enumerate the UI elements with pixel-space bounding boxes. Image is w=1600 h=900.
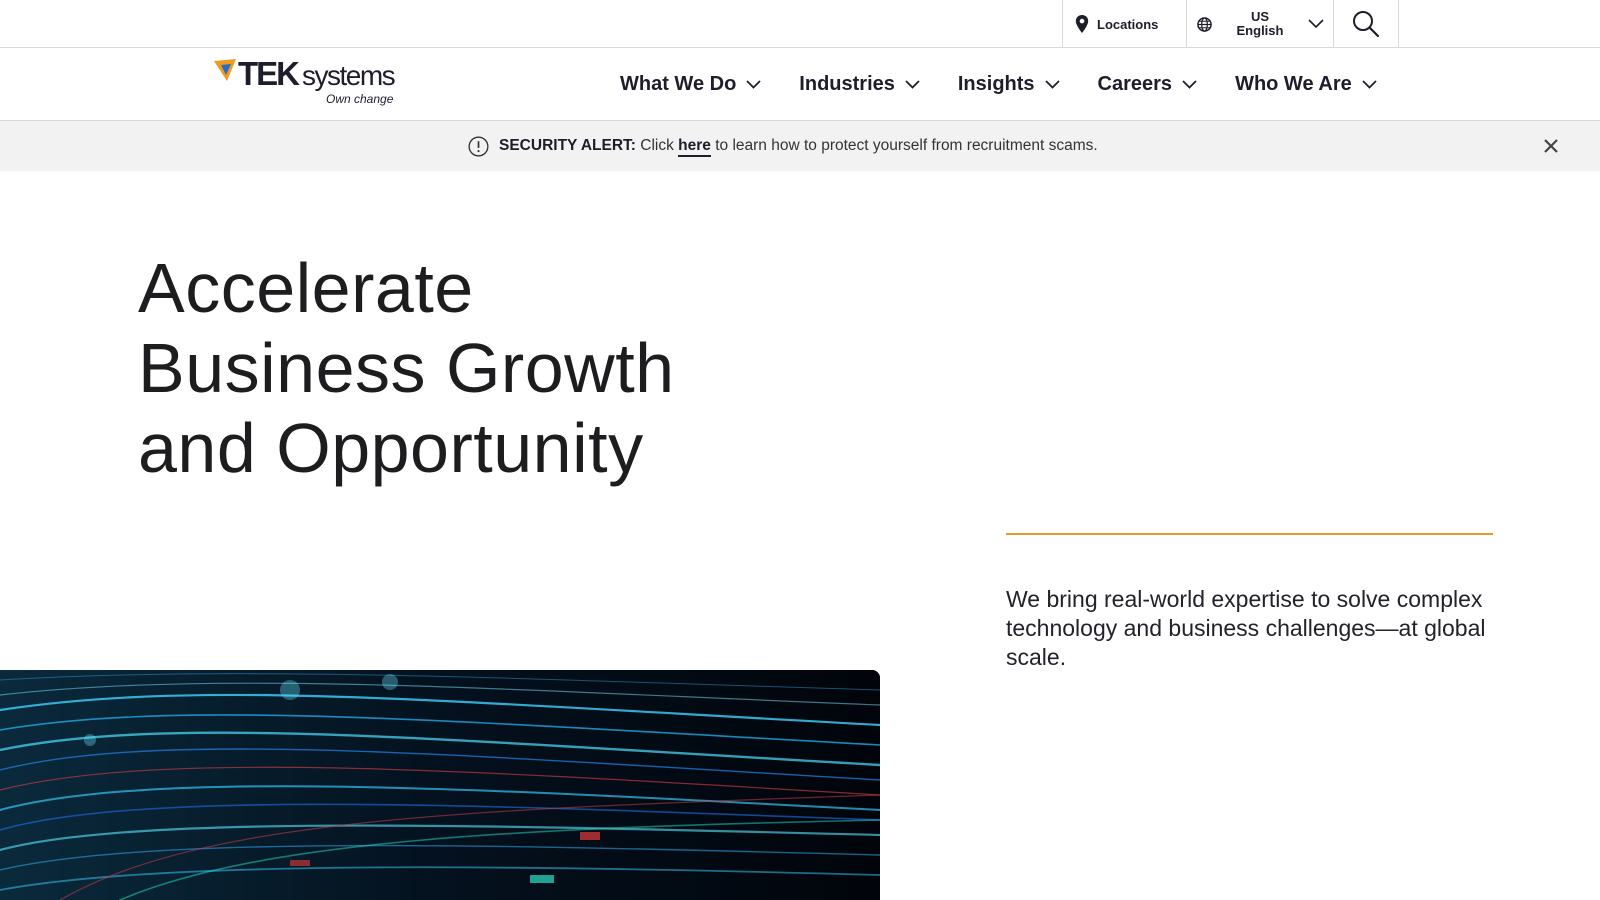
main-navigation: TEK systems Own change What We Do Indust… bbox=[0, 48, 1600, 121]
language-label: English bbox=[1236, 23, 1284, 38]
hero-title-line: and Opportunity bbox=[138, 409, 644, 487]
hero-image bbox=[0, 670, 880, 900]
search-button[interactable] bbox=[1333, 0, 1399, 48]
close-icon[interactable] bbox=[1542, 137, 1560, 155]
hero-title-line: Accelerate bbox=[138, 249, 474, 327]
locations-label: Locations bbox=[1097, 16, 1159, 32]
light-trails-graphic bbox=[0, 670, 880, 900]
language-value: US English bbox=[1220, 10, 1300, 38]
nav-label: Industries bbox=[799, 72, 895, 95]
security-alert-banner: SECURITY ALERT: Click here to learn how … bbox=[0, 121, 1600, 171]
alert-here-link[interactable]: here bbox=[678, 137, 711, 157]
alert-message: SECURITY ALERT: Click here to learn how … bbox=[468, 121, 1098, 171]
nav-item-industries[interactable]: Industries bbox=[799, 73, 920, 96]
globe-icon bbox=[1197, 16, 1212, 32]
logo-mark-icon bbox=[214, 59, 236, 81]
utility-controls: Locations US English bbox=[1062, 0, 1399, 48]
logo-wordmark-bold: TEK bbox=[238, 55, 300, 92]
chevron-down-icon bbox=[1044, 79, 1060, 89]
nav-label: Careers bbox=[1097, 72, 1173, 95]
logo-tagline: Own change bbox=[326, 92, 394, 106]
accent-divider bbox=[1006, 533, 1493, 535]
alert-title: SECURITY ALERT: bbox=[499, 137, 636, 154]
nav-label: Who We Are bbox=[1235, 72, 1352, 95]
hero-description: We bring real-world expertise to solve c… bbox=[1006, 586, 1486, 670]
utility-bar: Locations US English bbox=[0, 0, 1600, 48]
nav-menu: What We Do Industries Insights Careers W… bbox=[620, 48, 1415, 120]
nav-item-who-we-are[interactable]: Who We Are bbox=[1235, 73, 1377, 96]
teksystems-logo[interactable]: TEK systems Own change bbox=[214, 56, 399, 112]
language-selector[interactable]: US English bbox=[1186, 0, 1333, 48]
search-icon bbox=[1353, 11, 1380, 38]
chevron-down-icon bbox=[746, 79, 761, 89]
nav-item-insights[interactable]: Insights bbox=[958, 73, 1060, 96]
map-pin-icon bbox=[1075, 15, 1089, 33]
hero-title-line: Business Growth bbox=[138, 329, 675, 407]
chevron-down-icon bbox=[1308, 19, 1324, 29]
chevron-down-icon bbox=[1362, 79, 1377, 89]
hero-title: Accelerate Business Growth and Opportuni… bbox=[138, 248, 758, 488]
nav-item-what-we-do[interactable]: What We Do bbox=[620, 73, 761, 96]
logo-wordmark-light: systems bbox=[302, 60, 396, 91]
alert-text-before: Click bbox=[640, 137, 674, 154]
locations-link[interactable]: Locations bbox=[1062, 0, 1186, 48]
nav-label: Insights bbox=[957, 72, 1035, 95]
chevron-down-icon bbox=[1182, 79, 1197, 89]
region-label: US bbox=[1250, 9, 1270, 24]
exclamation-circle-icon bbox=[468, 135, 489, 157]
nav-item-careers[interactable]: Careers bbox=[1098, 73, 1198, 96]
nav-label: What We Do bbox=[620, 72, 737, 95]
chevron-down-icon bbox=[905, 79, 920, 89]
alert-text-after: to learn how to protect yourself from re… bbox=[715, 137, 1098, 154]
